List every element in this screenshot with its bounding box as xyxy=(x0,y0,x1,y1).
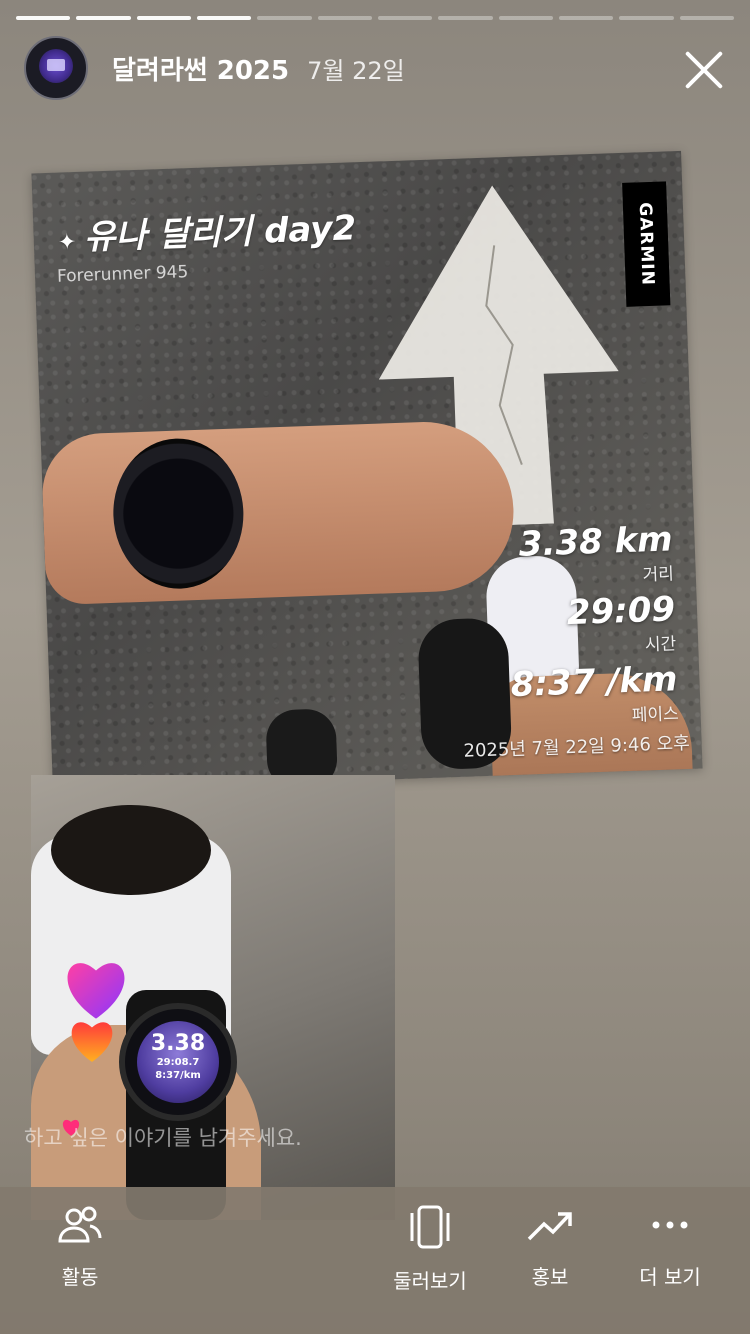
garmin-logo: GARMIN xyxy=(622,181,671,307)
progress-segment xyxy=(16,16,71,20)
bottom-action-bar: 활동 둘러보기 홍보 더 보기 xyxy=(0,1187,750,1334)
progress-segment xyxy=(76,16,131,20)
progress-segment xyxy=(619,16,674,20)
watch-screen: 3.38 29:08.7 8:37/km xyxy=(137,1021,219,1103)
avatar[interactable] xyxy=(24,36,88,100)
close-icon[interactable] xyxy=(682,48,726,92)
arm xyxy=(40,418,517,606)
story-date: 7월 22일 xyxy=(307,56,405,85)
device-name: Forerunner 945 xyxy=(56,262,189,287)
progress-segment xyxy=(317,16,372,20)
stat-time: 29:09 시간 xyxy=(566,589,677,656)
heart-sticker-purple-icon xyxy=(67,963,125,1019)
watch-pace: 8:37/km xyxy=(155,1070,201,1081)
watch-distance: 3.38 xyxy=(150,1031,206,1056)
progress-segment xyxy=(679,16,734,20)
browse-icon xyxy=(410,1205,450,1249)
promote-label: 홍보 xyxy=(531,1265,569,1289)
progress-segment xyxy=(377,16,433,20)
progress-segment xyxy=(136,16,191,20)
stat-distance: 3.38 km 거리 xyxy=(518,519,675,586)
promote-button[interactable]: 홍보 xyxy=(490,1205,610,1290)
progress-segment xyxy=(196,16,252,20)
activity-title: ✦ 유나 달리기 day2 xyxy=(57,208,357,258)
progress-segment xyxy=(438,16,493,20)
people-icon xyxy=(58,1206,102,1243)
run-icon: ✦ xyxy=(57,230,77,256)
progress-segment xyxy=(558,16,614,20)
progress-segment xyxy=(498,16,553,20)
watch-face: 3.38 29:08.7 8:37/km xyxy=(119,1003,237,1121)
account-name[interactable]: 달려라썬 2025 xyxy=(112,50,289,87)
run-photo: ✦ 유나 달리기 day2 Forerunner 945 GARMIN 3.38 … xyxy=(31,150,703,792)
story-header: 달려라썬 2025 7월 22일 xyxy=(24,36,726,100)
activity-button[interactable]: 활동 xyxy=(20,1205,140,1290)
heart-sticker-orange-icon xyxy=(71,1022,113,1062)
browse-label: 둘러보기 xyxy=(393,1269,467,1293)
more-dots-icon xyxy=(652,1221,688,1229)
activity-label: 활동 xyxy=(61,1265,99,1289)
watch-photo: 3.38 29:08.7 8:37/km xyxy=(31,775,395,1220)
hair xyxy=(51,805,211,895)
browse-button[interactable]: 둘러보기 xyxy=(370,1205,490,1294)
watch-time: 29:08.7 xyxy=(156,1057,200,1068)
reply-input[interactable]: 하고 싶은 이야기를 남겨주세요. xyxy=(24,1122,302,1152)
trending-up-icon xyxy=(527,1212,572,1241)
more-button[interactable]: 더 보기 xyxy=(610,1205,730,1290)
stat-pace: 8:37 /km 페이스 xyxy=(509,659,680,726)
story-progress-bar xyxy=(16,16,734,20)
more-label: 더 보기 xyxy=(639,1265,701,1289)
progress-segment xyxy=(257,16,312,20)
